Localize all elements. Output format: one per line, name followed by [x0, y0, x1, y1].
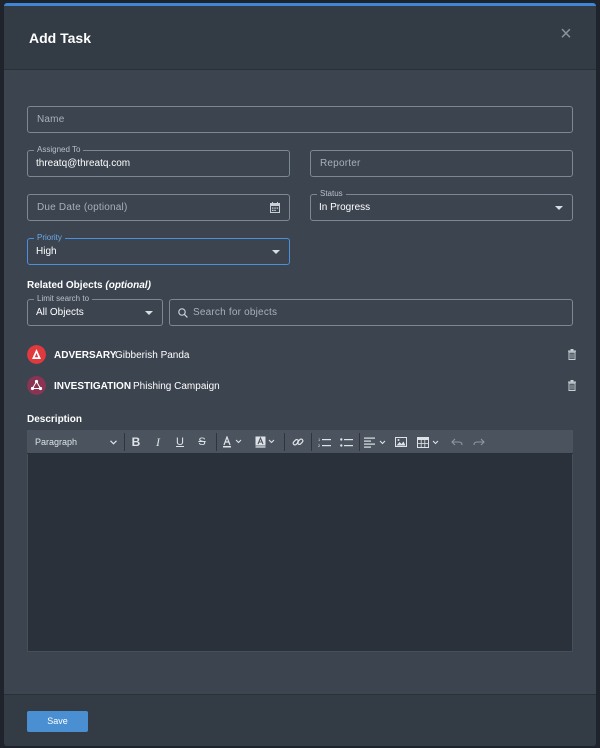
- calendar-icon[interactable]: [270, 202, 280, 213]
- priority-label: Priority: [34, 233, 65, 243]
- related-object-name[interactable]: Phishing Campaign: [133, 381, 220, 392]
- redo-icon: [473, 438, 485, 445]
- chevron-down-icon: [272, 250, 280, 254]
- svg-text:1: 1: [318, 437, 321, 442]
- assigned-to-label: Assigned To: [34, 145, 84, 155]
- text-color-button[interactable]: [220, 430, 246, 454]
- trash-icon[interactable]: [567, 380, 577, 391]
- modal-header: Add Task ×: [4, 6, 596, 70]
- align-button[interactable]: [362, 430, 390, 454]
- due-date-field[interactable]: Due Date (optional): [27, 194, 290, 221]
- block-format-value: Paragraph: [35, 437, 78, 447]
- image-icon: [395, 437, 407, 447]
- status-select[interactable]: Status In Progress: [310, 189, 573, 221]
- trash-icon[interactable]: [567, 349, 577, 360]
- modal-footer: Save: [4, 694, 596, 746]
- undo-icon: [451, 438, 463, 445]
- underline-button[interactable]: U: [171, 430, 189, 454]
- chevron-down-icon: [555, 206, 563, 210]
- bullet-list-button[interactable]: [336, 430, 356, 454]
- related-objects-heading: Related Objects (optional): [27, 280, 151, 291]
- name-placeholder: Name: [37, 114, 65, 125]
- limit-search-select[interactable]: Limit search to All Objects: [27, 294, 163, 326]
- bold-button[interactable]: B: [127, 430, 145, 454]
- search-icon: [178, 308, 188, 318]
- save-button[interactable]: Save: [27, 711, 88, 732]
- link-icon: [292, 438, 304, 446]
- modal-title: Add Task: [29, 30, 91, 46]
- chevron-down-icon: [110, 440, 117, 445]
- search-placeholder: Search for objects: [193, 307, 278, 318]
- italic-button[interactable]: I: [149, 430, 167, 454]
- name-field[interactable]: Name: [27, 106, 573, 133]
- priority-value: High: [36, 246, 57, 257]
- editor-toolbar: Paragraph B I U S 1 2: [27, 430, 573, 454]
- bullet-list-icon: [339, 437, 353, 447]
- chevron-down-icon: [145, 311, 153, 315]
- block-format-select[interactable]: Paragraph: [31, 430, 119, 454]
- related-object-type: INVESTIGATION: [54, 381, 132, 392]
- related-object-name[interactable]: Gibberish Panda: [115, 350, 190, 361]
- add-task-modal: Add Task × Name Assigned To threatq@thre…: [4, 3, 596, 746]
- reporter-placeholder: Reporter: [320, 158, 361, 169]
- due-date-placeholder: Due Date (optional): [37, 202, 128, 213]
- close-icon[interactable]: ×: [558, 24, 574, 44]
- assigned-to-field[interactable]: Assigned To threatq@threatq.com: [27, 145, 290, 177]
- related-object-item: INVESTIGATION Phishing Campaign: [27, 376, 577, 398]
- text-color-icon: [223, 436, 242, 448]
- related-object-type: ADVERSARY: [54, 350, 117, 361]
- description-editor[interactable]: [27, 454, 573, 652]
- status-label: Status: [317, 189, 346, 199]
- numbered-list-button[interactable]: 1 2: [314, 430, 334, 454]
- adversary-icon: [27, 345, 46, 364]
- insert-table-button[interactable]: [415, 430, 443, 454]
- investigation-icon: [27, 376, 46, 395]
- priority-select[interactable]: Priority High: [27, 233, 290, 265]
- status-value: In Progress: [319, 202, 371, 213]
- limit-search-label: Limit search to: [34, 294, 93, 304]
- object-search-input[interactable]: Search for objects: [169, 299, 573, 326]
- redo-button[interactable]: [469, 430, 489, 454]
- highlight-color-button[interactable]: [253, 430, 279, 454]
- undo-button[interactable]: [447, 430, 467, 454]
- numbered-list-icon: 1 2: [318, 437, 331, 448]
- optional-note: (optional): [105, 280, 151, 291]
- assigned-to-value: threatq@threatq.com: [36, 158, 131, 169]
- align-left-icon: [364, 437, 386, 448]
- related-objects-title: Related Objects: [27, 280, 103, 291]
- related-object-item: ADVERSARY Gibberish Panda: [27, 345, 577, 367]
- insert-image-button[interactable]: [391, 430, 411, 454]
- svg-text:2: 2: [318, 443, 321, 448]
- strikethrough-button[interactable]: S: [193, 430, 211, 454]
- link-button[interactable]: [288, 430, 308, 454]
- description-heading: Description: [27, 414, 83, 425]
- reporter-field[interactable]: Reporter: [310, 150, 573, 177]
- highlight-icon: [255, 436, 275, 448]
- limit-search-value: All Objects: [36, 307, 84, 318]
- table-icon: [417, 436, 439, 448]
